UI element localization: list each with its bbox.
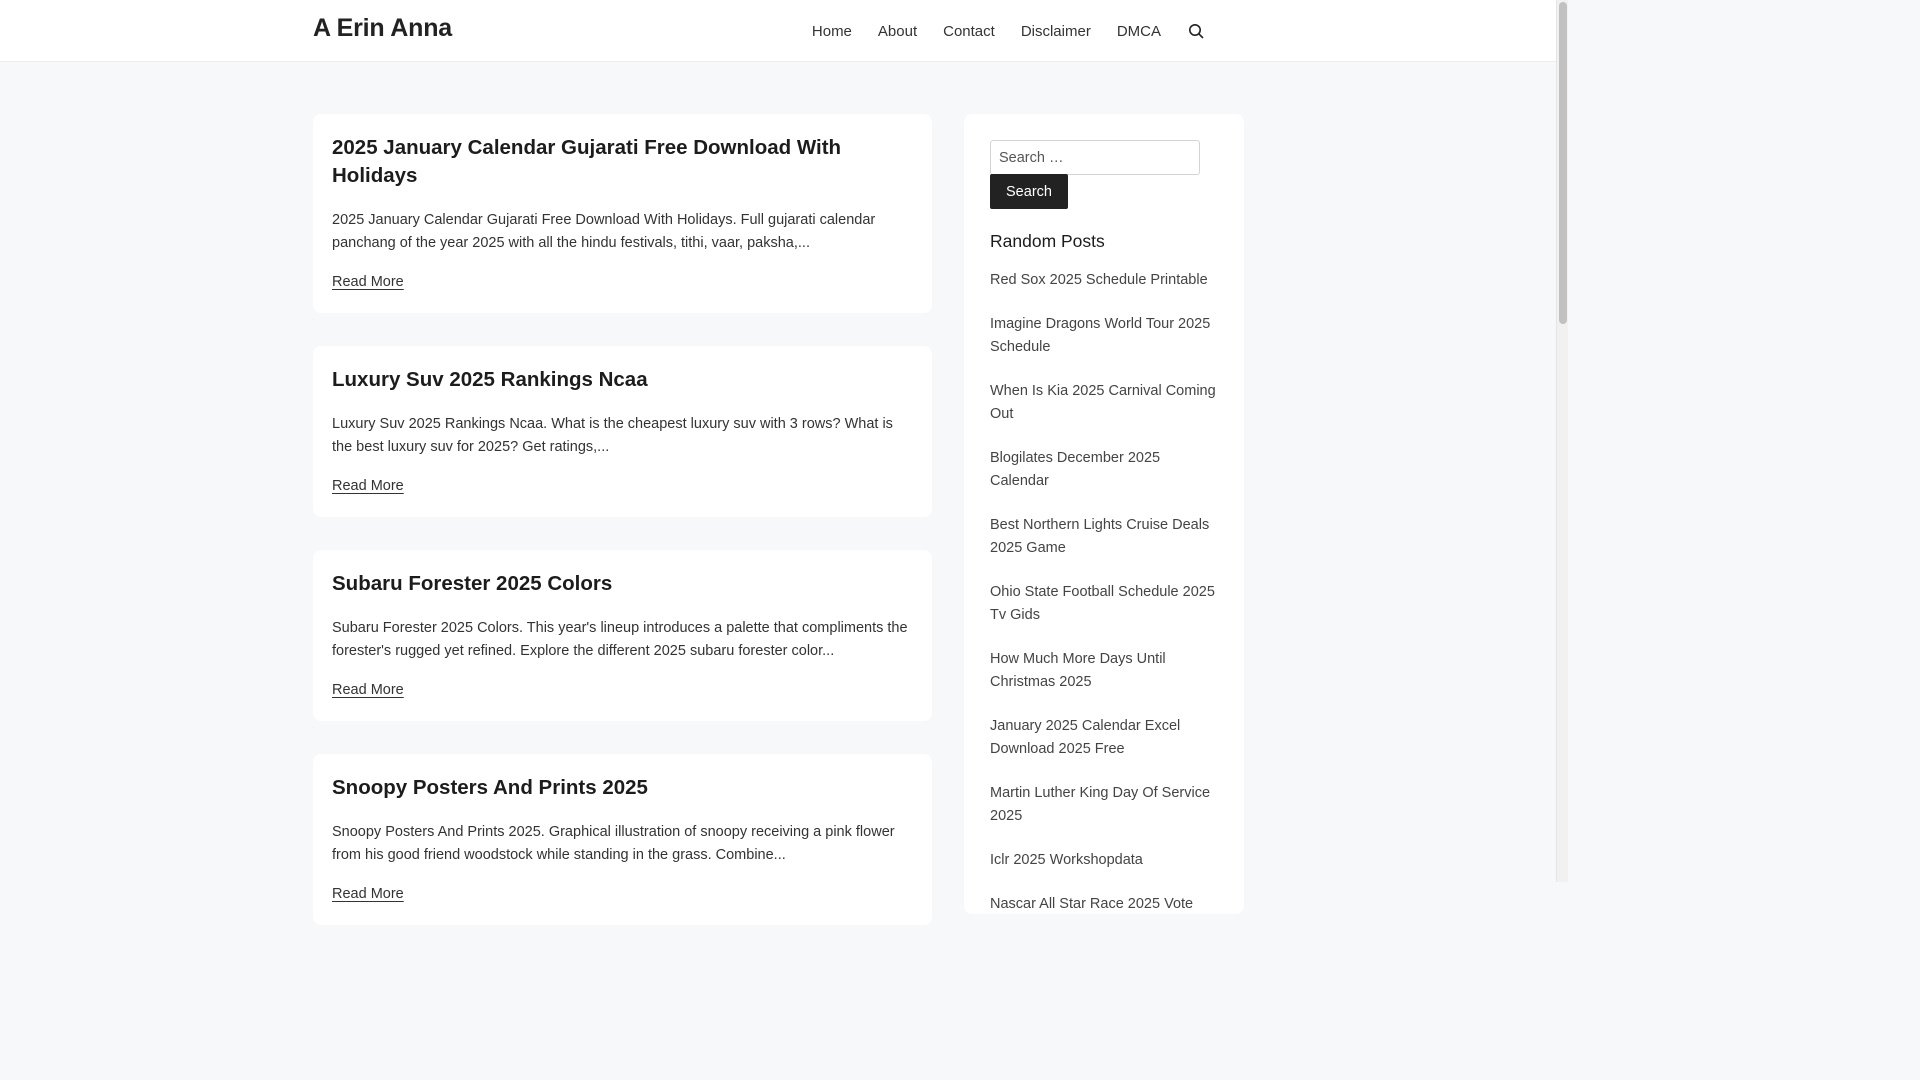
random-posts-list: Red Sox 2025 Schedule Printable Imagine … — [990, 269, 1218, 916]
post-card: Luxury Suv 2025 Rankings Ncaa Luxury Suv… — [313, 346, 932, 517]
read-more-link[interactable]: Read More — [332, 886, 404, 902]
post-excerpt: Snoopy Posters And Prints 2025. Graphica… — [332, 824, 895, 863]
post-card: 2025 January Calendar Gujarati Free Down… — [313, 114, 932, 313]
random-post-link[interactable]: Iclr 2025 Workshopdata — [990, 849, 1216, 872]
search-icon[interactable] — [1187, 22, 1205, 40]
nav-dmca[interactable]: DMCA — [1117, 23, 1161, 40]
random-post-link[interactable]: Red Sox 2025 Schedule Printable — [990, 269, 1216, 292]
nav-contact[interactable]: Contact — [943, 23, 995, 40]
post-list-main: 2025 January Calendar Gujarati Free Down… — [313, 114, 932, 958]
post-title[interactable]: Snoopy Posters And Prints 2025 — [332, 774, 912, 802]
search-input[interactable] — [990, 140, 1200, 175]
random-post-link[interactable]: January 2025 Calendar Excel Download 202… — [990, 715, 1216, 761]
search-button[interactable]: Search — [990, 174, 1068, 209]
search-icon-graphic — [1189, 24, 1204, 39]
random-post-link[interactable]: Nascar All Star Race 2025 Vote — [990, 893, 1216, 916]
random-post-link[interactable]: When Is Kia 2025 Carnival Coming Out — [990, 380, 1216, 426]
main-nav: Home About Contact Disclaimer DMCA — [812, 0, 1205, 62]
post-title[interactable]: Subaru Forester 2025 Colors — [332, 570, 912, 598]
post-excerpt: 2025 January Calendar Gujarati Free Down… — [332, 212, 876, 251]
post-card: Subaru Forester 2025 Colors Subaru Fores… — [313, 550, 932, 721]
read-more-link[interactable]: Read More — [332, 274, 404, 290]
site-title[interactable]: A Erin Anna — [313, 14, 452, 43]
random-post-link[interactable]: Best Northern Lights Cruise Deals 2025 G… — [990, 514, 1216, 560]
read-more-link[interactable]: Read More — [332, 682, 404, 698]
widget-title: Random Posts — [990, 231, 1105, 251]
random-post-link[interactable]: Martin Luther King Day Of Service 2025 — [990, 782, 1216, 828]
read-more-link[interactable]: Read More — [332, 478, 404, 494]
post-excerpt: Subaru Forester 2025 Colors. This year's… — [332, 620, 908, 659]
nav-home[interactable]: Home — [812, 23, 852, 40]
post-title[interactable]: Luxury Suv 2025 Rankings Ncaa — [332, 366, 912, 394]
post-excerpt: Luxury Suv 2025 Rankings Ncaa. What is t… — [332, 416, 893, 455]
page-scrollbar[interactable] — [1556, 0, 1568, 882]
site-header: A Erin Anna Home About Contact Disclaime… — [0, 0, 1556, 62]
random-post-link[interactable]: How Much More Days Until Christmas 2025 — [990, 648, 1216, 694]
random-post-link[interactable]: Ohio State Football Schedule 2025 Tv Gid… — [990, 581, 1216, 627]
random-post-link[interactable]: Imagine Dragons World Tour 2025 Schedule — [990, 313, 1216, 359]
post-title[interactable]: 2025 January Calendar Gujarati Free Down… — [332, 134, 912, 190]
nav-about[interactable]: About — [878, 23, 917, 40]
scrollbar-thumb[interactable] — [1559, 2, 1567, 324]
sidebar: Search Random Posts Red Sox 2025 Schedul… — [964, 114, 1244, 914]
random-post-link[interactable]: Blogilates December 2025 Calendar — [990, 447, 1216, 493]
post-card: Snoopy Posters And Prints 2025 Snoopy Po… — [313, 754, 932, 925]
nav-disclaimer[interactable]: Disclaimer — [1021, 23, 1091, 40]
